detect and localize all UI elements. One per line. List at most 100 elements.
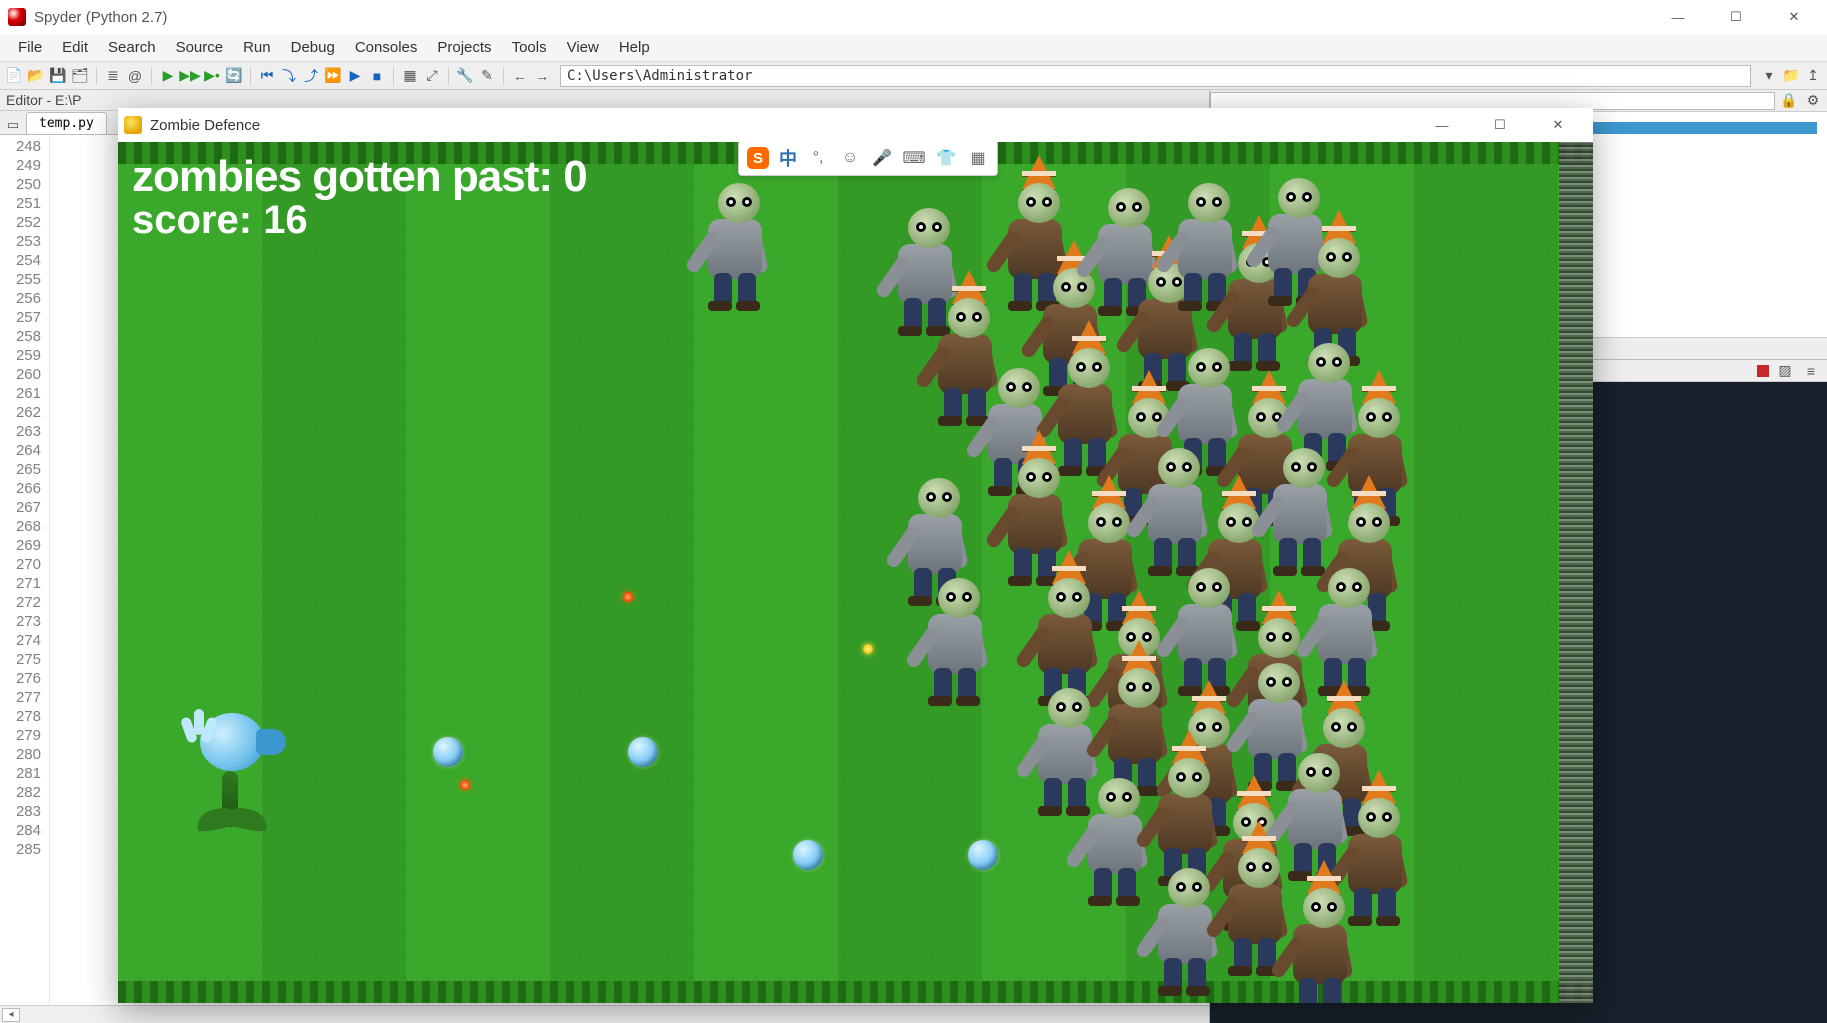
debug-stop-icon[interactable]: ■ — [367, 66, 387, 86]
line-number: 272 — [0, 593, 41, 612]
toolbar-sep — [250, 67, 251, 85]
spyder-close-button[interactable]: ✕ — [1765, 0, 1823, 34]
python-path-icon[interactable]: ✎ — [477, 66, 497, 86]
spyder-minimize-button[interactable]: — — [1649, 0, 1707, 34]
nav-forward-icon[interactable]: → — [532, 66, 552, 86]
line-number: 268 — [0, 517, 41, 536]
line-number: 253 — [0, 232, 41, 251]
game-app-icon — [124, 116, 142, 134]
menu-file[interactable]: File — [8, 37, 52, 58]
wd-parent-icon[interactable]: ↥ — [1803, 66, 1823, 86]
basic-zombie — [688, 177, 783, 307]
line-number-gutter: 2482492502512522532542552562572582592602… — [0, 135, 50, 1005]
line-number: 255 — [0, 270, 41, 289]
menu-search[interactable]: Search — [98, 37, 166, 58]
basic-zombie — [908, 572, 1003, 702]
game-close-button[interactable]: ✕ — [1529, 108, 1587, 142]
maximize-pane-icon[interactable]: ⤢ — [422, 66, 442, 86]
line-number: 280 — [0, 745, 41, 764]
ime-emoji-icon[interactable]: ☺ — [839, 147, 861, 169]
line-number: 264 — [0, 441, 41, 460]
run-selection-icon[interactable]: ▶• — [202, 66, 222, 86]
game-window[interactable]: Zombie Defence — ☐ ✕ zombies gotten past… — [118, 108, 1593, 1003]
new-file-icon[interactable]: 📄 — [4, 66, 24, 86]
menu-consoles[interactable]: Consoles — [345, 37, 428, 58]
menu-edit[interactable]: Edit — [52, 37, 98, 58]
debug-step-over-icon[interactable]: ⤵ — [279, 66, 299, 86]
debug-step-out-icon[interactable]: ⏩ — [323, 66, 343, 86]
list-icon[interactable]: ≣ — [103, 66, 123, 86]
save-icon[interactable]: 💾 — [48, 66, 68, 86]
open-file-icon[interactable]: 📂 — [26, 66, 46, 86]
menu-projects[interactable]: Projects — [427, 37, 501, 58]
line-number: 274 — [0, 631, 41, 650]
line-number: 265 — [0, 460, 41, 479]
save-all-icon[interactable]: 🗂 — [70, 66, 90, 86]
game-minimize-button[interactable]: — — [1413, 108, 1471, 142]
ime-person-icon[interactable]: 👕 — [935, 147, 957, 169]
snow-pea-shooter — [178, 707, 288, 827]
tab-list-icon[interactable]: ▭ — [4, 116, 22, 134]
nav-back-icon[interactable]: ← — [510, 66, 530, 86]
debug-step-into-icon[interactable]: ⏮ — [257, 66, 277, 86]
working-dir-input[interactable]: C:\Users\Administrator — [560, 65, 1751, 87]
ime-settings-icon[interactable]: ▦ — [967, 147, 989, 169]
menu-debug[interactable]: Debug — [281, 37, 345, 58]
menu-view[interactable]: View — [557, 37, 609, 58]
pea-projectile — [968, 840, 998, 870]
screen-edge-glitch — [1559, 142, 1593, 1003]
debug-continue-icon[interactable]: ▶ — [345, 66, 365, 86]
run-icon[interactable]: ▶ — [158, 66, 178, 86]
scroll-left-icon[interactable]: ◂ — [2, 1008, 20, 1022]
ime-keyboard-icon[interactable]: ⌨ — [903, 147, 925, 169]
line-number: 262 — [0, 403, 41, 422]
help-lock-icon[interactable]: 🔒 — [1779, 91, 1799, 111]
spyder-app-icon — [8, 8, 26, 26]
layout-icon[interactable]: ▦ — [400, 66, 420, 86]
line-number: 256 — [0, 289, 41, 308]
ime-lang-indicator[interactable]: 中 — [779, 145, 797, 171]
ime-punct-icon[interactable]: °, — [807, 147, 829, 169]
menu-run[interactable]: Run — [233, 37, 281, 58]
wd-dropdown-icon[interactable]: ▾ — [1759, 66, 1779, 86]
console-clear-icon[interactable]: ▨ — [1775, 361, 1795, 381]
console-options-icon[interactable]: ≡ — [1801, 361, 1821, 381]
spyder-title: Spyder (Python 2.7) — [34, 9, 167, 26]
spyder-titlebar[interactable]: Spyder (Python 2.7) — ☐ ✕ — [0, 0, 1827, 34]
toolbar-sep — [96, 67, 97, 85]
menu-source[interactable]: Source — [166, 37, 234, 58]
debug-step-icon[interactable]: ⤴ — [301, 66, 321, 86]
wd-browse-icon[interactable]: 📁 — [1781, 66, 1801, 86]
ime-floating-bar[interactable]: S 中 °, ☺ 🎤 ⌨ 👕 ▦ — [738, 142, 998, 176]
line-number: 249 — [0, 156, 41, 175]
hud-past-value: 0 — [563, 152, 586, 201]
console-stop-icon[interactable] — [1757, 365, 1769, 377]
ime-brand-icon[interactable]: S — [747, 147, 769, 169]
line-number: 259 — [0, 346, 41, 365]
help-source-select[interactable] — [1210, 92, 1775, 110]
editor-horiz-scrollbar[interactable]: ◂ — [0, 1005, 1209, 1023]
editor-tab-temp[interactable]: temp.py — [26, 112, 107, 134]
line-number: 273 — [0, 612, 41, 631]
line-number: 275 — [0, 650, 41, 669]
line-number: 278 — [0, 707, 41, 726]
menu-help[interactable]: Help — [609, 37, 660, 58]
preferences-icon[interactable]: 🔧 — [455, 66, 475, 86]
game-canvas[interactable]: zombies gotten past: 0 score: 16 S 中 °, … — [118, 142, 1593, 1003]
spark — [460, 780, 470, 790]
run-cell-icon[interactable]: ▶▶ — [180, 66, 200, 86]
hud-past-label: zombies gotten past: — [132, 152, 552, 201]
game-maximize-button[interactable]: ☐ — [1471, 108, 1529, 142]
help-gear-icon[interactable]: ⚙ — [1803, 91, 1823, 111]
ime-mic-icon[interactable]: 🎤 — [871, 147, 893, 169]
line-number: 258 — [0, 327, 41, 346]
conehead-zombie — [1273, 882, 1368, 1003]
menu-bar[interactable]: FileEditSearchSourceRunDebugConsolesProj… — [0, 34, 1827, 62]
at-icon[interactable]: @ — [125, 66, 145, 86]
game-titlebar[interactable]: Zombie Defence — ☐ ✕ — [118, 108, 1593, 142]
rerun-icon[interactable]: 🔄 — [224, 66, 244, 86]
menu-tools[interactable]: Tools — [502, 37, 557, 58]
line-number: 252 — [0, 213, 41, 232]
spyder-maximize-button[interactable]: ☐ — [1707, 0, 1765, 34]
toolbar-sep — [393, 67, 394, 85]
